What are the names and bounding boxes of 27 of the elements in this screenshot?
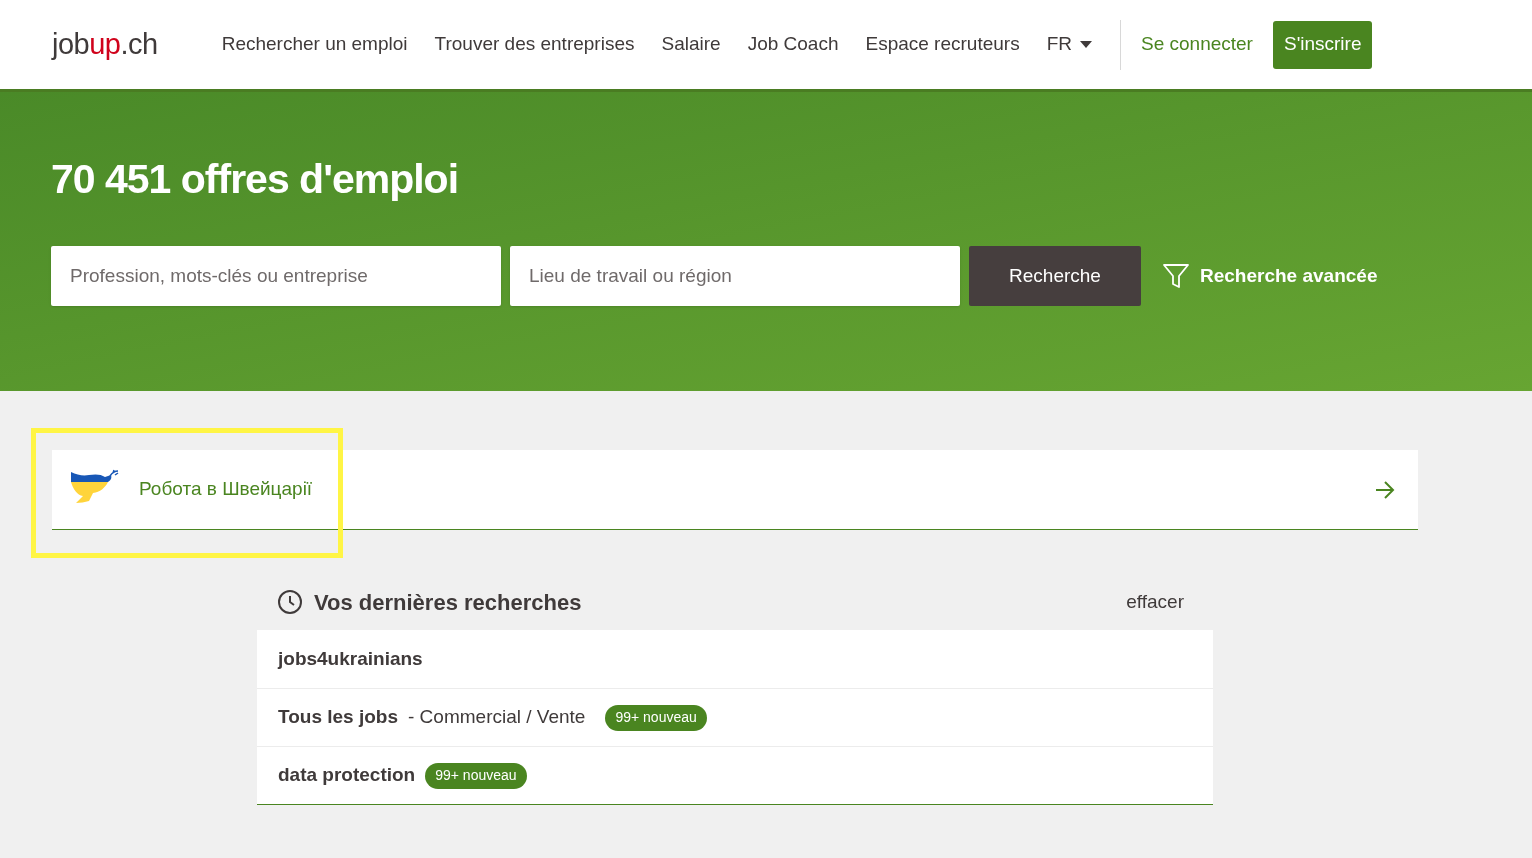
nav-link[interactable]: Job Coach: [747, 30, 839, 59]
ukraine-jobs-banner[interactable]: Робота в Швейцарії: [52, 450, 1418, 530]
search-detail: - Commercial / Vente: [408, 705, 586, 730]
new-count-badge: 99+ nouveau: [605, 704, 707, 731]
keyword-field[interactable]: Profession, mots-clés ou entreprise: [51, 246, 501, 306]
nav-link[interactable]: Espace recruteurs: [865, 30, 1020, 59]
filter-icon: [1162, 262, 1190, 290]
clock-icon: [277, 589, 303, 615]
banner-label: Робота в Швейцарії: [139, 477, 313, 502]
caret-icon: [1080, 41, 1092, 48]
new-count-badge: 99+ nouveau: [425, 762, 527, 789]
section-title: Vos dernières recherches: [314, 588, 582, 617]
page-title: 70 451 offres d'emploi: [51, 155, 460, 204]
nav-link[interactable]: Trouver des entreprises: [434, 30, 635, 59]
search-query-link[interactable]: Tous les jobs: [278, 703, 398, 732]
arrow-right-icon: [1374, 479, 1396, 500]
nav-link[interactable]: Salaire: [661, 30, 721, 59]
signup-button[interactable]: S'inscrire: [1272, 20, 1373, 69]
clear-link[interactable]: effacer: [1126, 587, 1184, 617]
login-link[interactable]: Se connecter: [1141, 30, 1253, 59]
language-dropdown[interactable]: FR: [1046, 30, 1092, 59]
logo[interactable]: jobup.ch: [52, 22, 158, 67]
search-query-link[interactable]: data protection: [278, 761, 416, 790]
search-button[interactable]: Recherche: [969, 246, 1141, 306]
search-query-link[interactable]: jobs4ukrainians: [278, 644, 423, 674]
location-field[interactable]: Lieu de travail ou région: [510, 246, 960, 306]
nav-link[interactable]: Rechercher un emploi: [221, 30, 408, 59]
